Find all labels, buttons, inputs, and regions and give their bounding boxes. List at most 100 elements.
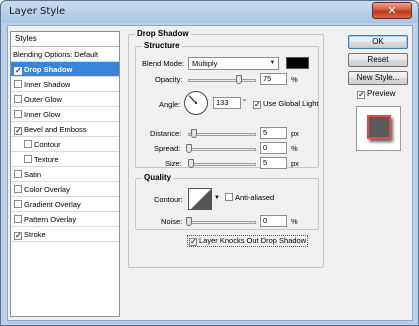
opacity-slider-thumb[interactable] [236, 75, 242, 84]
anti-aliased-label: Anti-aliased [235, 193, 275, 202]
checkbox-icon: ✓ [357, 90, 365, 99]
checkbox-icon[interactable] [24, 140, 32, 148]
preview-label: Preview [367, 89, 396, 98]
title-bar[interactable]: Layer Style ✕ [1, 1, 418, 23]
style-item-outer-glow[interactable]: Outer Glow [11, 92, 119, 107]
ok-button[interactable]: OK [348, 35, 408, 49]
style-item-texture[interactable]: Texture [11, 152, 119, 167]
blend-mode-label: Blend Mode: [142, 59, 185, 68]
style-item-label: Inner Shadow [24, 80, 71, 89]
style-item-stroke[interactable]: ✓ Stroke [11, 227, 119, 242]
structure-title: Structure [142, 41, 182, 50]
new-style-button[interactable]: New Style... [348, 71, 408, 85]
spread-slider-track[interactable] [188, 148, 256, 151]
use-global-light-checkbox[interactable]: ✓ Use Global Light [253, 99, 318, 109]
style-item-gradient-overlay[interactable]: Gradient Overlay [11, 197, 119, 212]
chevron-down-icon: ▼ [214, 195, 220, 201]
contour-preview[interactable] [188, 188, 212, 210]
shadow-color-swatch[interactable] [286, 57, 309, 69]
distance-label: Distance: [150, 129, 182, 138]
angle-needle-icon [188, 95, 197, 104]
linear-contour-icon [191, 189, 211, 209]
noise-label: Noise: [161, 217, 183, 226]
spread-label: Spread: [154, 144, 181, 153]
use-global-light-label: Use Global Light [263, 99, 319, 108]
style-item-contour[interactable]: Contour [11, 137, 119, 152]
style-item-label: Texture [34, 155, 59, 164]
dialog-body: Styles Blending Options: Default ✓ Drop Sh… [7, 25, 413, 321]
size-input[interactable]: 5 [260, 157, 287, 169]
contour-dropdown[interactable]: ▼ [213, 188, 221, 209]
checkbox-icon[interactable] [14, 170, 22, 178]
structure-group: Structure Blend Mode: Multiply ▼ Opacity… [135, 41, 319, 169]
style-item-inner-glow[interactable]: Inner Glow [11, 107, 119, 122]
reset-button[interactable]: Reset [348, 53, 408, 67]
checkbox-icon[interactable]: ✓ [14, 127, 22, 135]
preview-swatch [367, 115, 391, 139]
style-item-label: Drop Shadow [24, 65, 73, 74]
checkbox-icon[interactable] [14, 110, 22, 118]
spread-input[interactable]: 0 [260, 142, 287, 154]
checkbox-icon[interactable] [14, 200, 22, 208]
opacity-label: Opacity: [155, 75, 183, 84]
noise-unit: % [291, 217, 298, 226]
distance-slider-thumb[interactable] [191, 129, 197, 138]
checkbox-icon [225, 193, 233, 201]
size-slider-thumb[interactable] [188, 159, 194, 168]
noise-input[interactable]: 0 [260, 215, 287, 227]
quality-title: Quality [142, 173, 174, 182]
knockout-checkbox[interactable]: ✓ Layer Knocks Out Drop Shadow [187, 235, 309, 247]
distance-input[interactable]: 5 [260, 127, 287, 139]
size-label: Size: [165, 159, 182, 168]
angle-input[interactable]: 133 [213, 97, 241, 109]
window-title: Layer Style [9, 6, 66, 17]
style-item-blending-options-default[interactable]: Blending Options: Default [11, 47, 119, 62]
opacity-input[interactable]: 75 [260, 73, 287, 85]
close-icon: ✕ [387, 4, 397, 17]
checkbox-icon[interactable] [24, 155, 32, 163]
styles-list: Styles Blending Options: Default ✓ Drop Sh… [10, 31, 120, 317]
style-item-label: Color Overlay [24, 185, 70, 194]
noise-slider-thumb[interactable] [186, 217, 192, 226]
angle-label: Angle: [159, 100, 181, 109]
quality-group: Quality Contour: ▼ Anti-aliased Noise: 0 [135, 173, 319, 230]
contour-label: Contour: [154, 195, 183, 204]
spread-slider-thumb[interactable] [186, 144, 192, 153]
size-unit: px [291, 159, 299, 168]
style-item-inner-shadow[interactable]: Inner Shadow [11, 77, 119, 92]
preview-checkbox[interactable]: ✓ Preview [357, 89, 395, 99]
spread-unit: % [291, 144, 298, 153]
style-item-drop-shadow[interactable]: ✓ Drop Shadow [11, 62, 119, 77]
checkbox-icon[interactable] [14, 215, 22, 223]
checkbox-icon[interactable] [14, 185, 22, 193]
style-item-label: Stroke [24, 230, 46, 239]
blend-mode-select[interactable]: Multiply ▼ [188, 57, 279, 70]
style-item-color-overlay[interactable]: Color Overlay [11, 182, 119, 197]
drop-shadow-group: Drop Shadow Structure Blend Mode: Multip… [128, 29, 324, 268]
chevron-down-icon: ▼ [269, 60, 276, 66]
noise-slider-track[interactable] [188, 221, 256, 224]
close-button[interactable]: ✕ [372, 2, 412, 19]
opacity-slider-track[interactable] [188, 79, 256, 82]
style-item-label: Outer Glow [24, 95, 62, 104]
style-item-label: Blending Options: Default [13, 50, 99, 59]
checkbox-icon: ✓ [253, 100, 261, 109]
angle-dial[interactable] [184, 91, 208, 115]
anti-aliased-checkbox[interactable]: Anti-aliased [225, 193, 274, 202]
style-item-bevel-and-emboss[interactable]: ✓ Bevel and Emboss [11, 122, 119, 137]
preview-thumbnail [356, 106, 401, 151]
style-item-label: Bevel and Emboss [24, 125, 87, 134]
style-item-satin[interactable]: Satin [11, 167, 119, 182]
style-item-label: Satin [24, 170, 42, 179]
checkbox-icon[interactable]: ✓ [14, 232, 22, 240]
blend-mode-value: Multiply [192, 59, 218, 68]
checkbox-icon[interactable] [14, 80, 22, 88]
angle-unit: ° [243, 97, 246, 106]
checkbox-icon: ✓ [189, 237, 197, 246]
checkbox-icon[interactable] [14, 95, 22, 103]
distance-slider-track[interactable] [188, 133, 256, 136]
style-item-pattern-overlay[interactable]: Pattern Overlay [11, 212, 119, 227]
size-slider-track[interactable] [188, 163, 256, 166]
checkbox-icon[interactable]: ✓ [14, 67, 22, 75]
distance-unit: px [291, 129, 299, 138]
